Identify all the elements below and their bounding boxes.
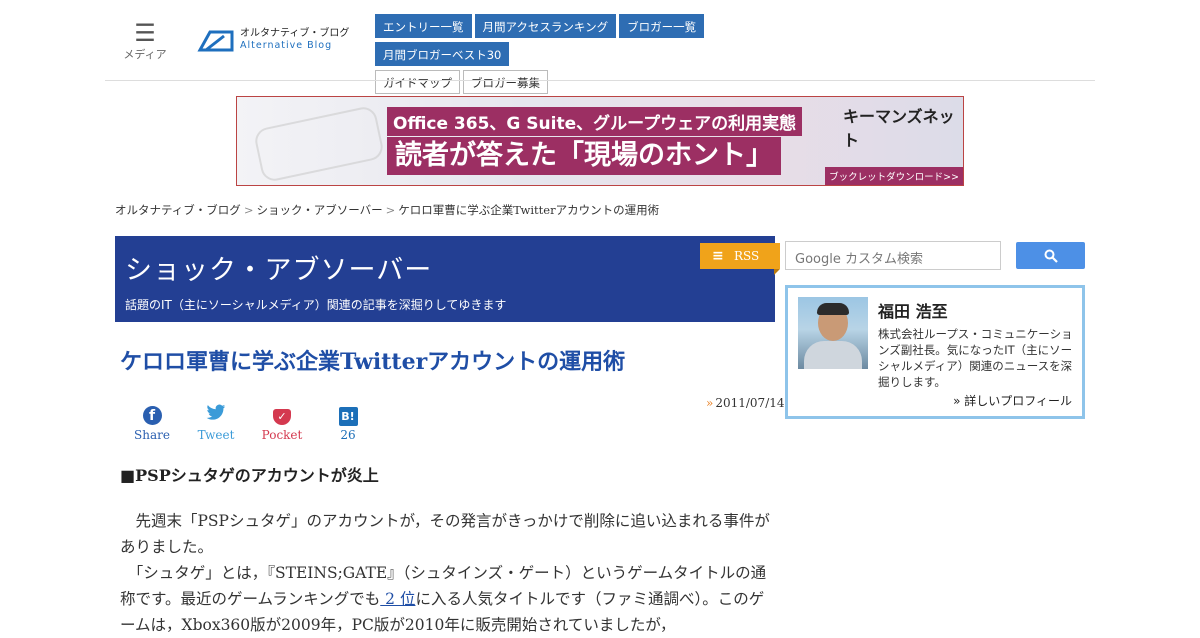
profile-more-link[interactable]: » 詳しいプロフィール bbox=[953, 392, 1072, 409]
section-heading: ■PSPシュタゲのアカウントが炎上 bbox=[120, 466, 379, 485]
header-divider bbox=[105, 80, 1095, 81]
nav-blogger-recruit[interactable]: ブロガー募集 bbox=[463, 70, 548, 94]
banner-cta[interactable]: ブックレットダウンロード>> bbox=[825, 167, 963, 185]
profile-name[interactable]: 福田 浩至 bbox=[878, 298, 948, 322]
rss-label: RSS bbox=[734, 249, 760, 263]
share-pocket-label: Pocket bbox=[261, 428, 303, 442]
logo-text-en: Alternative Blog bbox=[240, 40, 333, 51]
twitter-icon bbox=[191, 404, 241, 426]
share-facebook-label: Share bbox=[134, 428, 170, 442]
profile-card: 福田 浩至 株式会社ループス・コミュニケーションズ副社長。気になったIT（主にソ… bbox=[785, 285, 1085, 419]
banner-line2: 読者が答えた「現場のホント」 bbox=[387, 137, 781, 175]
nav-guide-map[interactable]: ガイドマップ bbox=[375, 70, 460, 94]
search-icon bbox=[1044, 249, 1058, 263]
breadcrumb-blog[interactable]: ショック・アブソーバー bbox=[256, 203, 382, 217]
avatar[interactable] bbox=[798, 297, 868, 369]
banner-line1: Office 365、G Suite、グループウェアの利用実態 bbox=[387, 107, 803, 136]
nav-monthly-ranking[interactable]: 月間アクセスランキング bbox=[474, 14, 617, 38]
article-date: » 2011/07/14 bbox=[706, 396, 785, 410]
nav-entry-list[interactable]: エントリー一覧 bbox=[375, 14, 472, 38]
blog-title[interactable]: ショック・アブソーバー bbox=[125, 248, 432, 287]
rss-icon: ≡ bbox=[712, 248, 724, 264]
paragraph-1: 先週末「PSPシュタゲ」のアカウントが，その発言がきっかけで削除に追い込まれる事… bbox=[120, 512, 770, 556]
share-pocket[interactable]: ✓ Pocket bbox=[257, 404, 307, 442]
share-hatena[interactable]: B! 26 bbox=[323, 404, 373, 442]
profile-bio: 株式会社ループス・コミュニケーションズ副社長。気になったIT（主にソーシャルメデ… bbox=[878, 327, 1073, 389]
hamburger-icon: ☰ bbox=[134, 19, 156, 47]
menu-button[interactable]: ☰ メディア bbox=[120, 19, 170, 62]
facebook-icon: f bbox=[142, 406, 162, 425]
site-logo[interactable]: オルタナティブ・ブログ Alternative Blog bbox=[196, 26, 349, 54]
header-nav: エントリー一覧 月間アクセスランキング ブロガー一覧月間ブロガーベスト30 ガイドマ… bbox=[375, 14, 835, 98]
breadcrumb: オルタナティブ・ブログ > ショック・アブソーバー > ケロロ軍曹に学ぶ企業Twitte… bbox=[115, 203, 660, 217]
breadcrumb-current: ケロロ軍曹に学ぶ企業Twitterアカウントの運用術 bbox=[398, 203, 660, 217]
rss-button[interactable]: ≡ RSS bbox=[700, 243, 780, 275]
nav-best30[interactable]: 月間ブロガーベスト30 bbox=[375, 42, 510, 66]
blog-subtitle: 話題のIT（主にソーシャルメディア）関連の記事を深掘りしてゆきます bbox=[125, 298, 507, 312]
menu-label: メディア bbox=[123, 48, 167, 61]
share-twitter-label: Tweet bbox=[197, 428, 235, 442]
share-hatena-count: 26 bbox=[340, 428, 356, 442]
share-twitter[interactable]: Tweet bbox=[191, 404, 241, 442]
banner-decoration bbox=[252, 104, 386, 184]
search-button[interactable] bbox=[1016, 242, 1085, 269]
ranking-link[interactable]: 2 位 bbox=[380, 590, 415, 608]
nav-blogger-list[interactable]: ブロガー一覧 bbox=[619, 14, 705, 38]
hatena-bookmark-icon: B! bbox=[338, 407, 358, 426]
article-title[interactable]: ケロロ軍曹に学ぶ企業Twitterアカウントの運用術 bbox=[120, 344, 625, 376]
paragraph-2: 「シュタゲ」とは，『STEINS;GATE』（シュタインズ・ゲート）というゲーム… bbox=[120, 564, 767, 634]
blog-header: ショック・アブソーバー 話題のIT（主にソーシャルメディア）関連の記事を深掘りし… bbox=[115, 236, 775, 322]
logo-text-jp: オルタナティブ・ブログ bbox=[240, 28, 350, 39]
ad-banner[interactable]: Office 365、G Suite、グループウェアの利用実態 読者が答えた「現… bbox=[236, 96, 964, 186]
pocket-icon: ✓ bbox=[273, 409, 291, 425]
logo-mark-icon bbox=[197, 30, 234, 52]
banner-brand: キーマンズネット bbox=[843, 107, 955, 150]
article-body: 先週末「PSPシュタゲ」のアカウントが，その発言がきっかけで削除に追い込まれる事… bbox=[120, 508, 770, 638]
search-input[interactable]: Google カスタム検索 bbox=[785, 241, 1001, 270]
share-facebook[interactable]: f Share bbox=[127, 404, 177, 442]
breadcrumb-home[interactable]: オルタナティブ・ブログ bbox=[115, 203, 241, 217]
